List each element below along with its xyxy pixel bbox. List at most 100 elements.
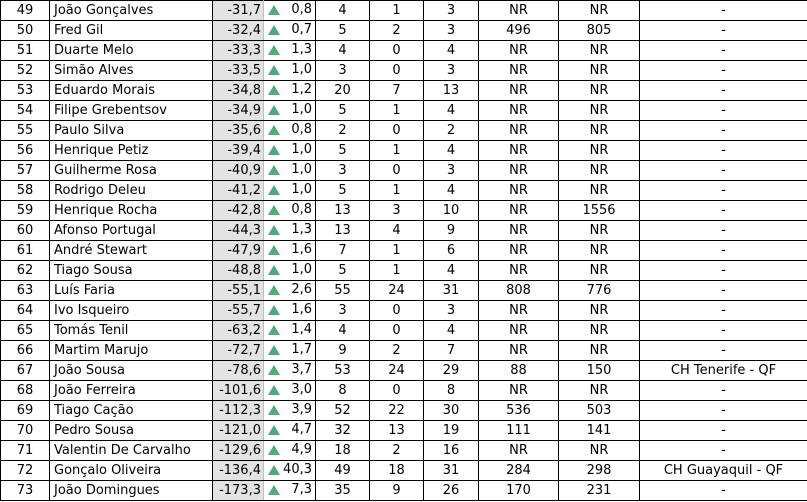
- ranking-b-cell: 503: [558, 400, 640, 421]
- ratio-value: 0,8: [291, 2, 312, 17]
- table-row[interactable]: 73 João Domingues -173,3 7,3 35 9 26 170 231-: [0, 480, 807, 501]
- ranking-b-cell: NR: [558, 180, 640, 201]
- losses-cell: 29: [423, 360, 479, 381]
- ranking-a-cell: NR: [478, 340, 559, 361]
- ranking-b-cell: NR: [558, 340, 640, 361]
- rank-cell: 65: [0, 320, 50, 341]
- wins-cell: 0: [369, 300, 424, 321]
- ratio-value: 3,7: [291, 362, 312, 377]
- note-cell: -: [639, 340, 807, 361]
- table-row[interactable]: 49 João Gonçalves -31,7 0,8 4 1 3 NR NR -: [0, 0, 807, 21]
- player-name-cell: Tiago Sousa: [49, 260, 213, 281]
- wins-cell: 24: [369, 360, 424, 381]
- player-name-cell: Henrique Petiz: [49, 140, 213, 161]
- ratio-value: 1,6: [291, 302, 312, 317]
- table-row[interactable]: 57 Guilherme Rosa -40,9 1,0 3 0 3 NR NR -: [0, 160, 807, 181]
- rank-cell: 49: [0, 0, 50, 21]
- matches-cell: 3: [315, 300, 370, 321]
- table-row[interactable]: 55 Paulo Silva -35,6 0,8 2 0 2 NR NR -: [0, 120, 807, 141]
- table-row[interactable]: 65 Tomás Tenil -63,2 1,4 4 0 4 NR NR -: [0, 320, 807, 341]
- player-name-cell: Duarte Melo: [49, 40, 213, 61]
- table-row[interactable]: 70 Pedro Sousa -121,0 4,7 32 13 19 111 141-: [0, 420, 807, 441]
- ranking-a-cell: 88: [478, 360, 559, 381]
- losses-cell: 31: [423, 280, 479, 301]
- score-cell: -48,8: [212, 260, 264, 281]
- triangle-up-icon: [268, 124, 280, 135]
- losses-cell: 6: [423, 240, 479, 261]
- score-cell: -35,6: [212, 120, 264, 141]
- rank-cell: 67: [0, 360, 50, 381]
- table-row[interactable]: 53 Eduardo Morais -34,8 1,2 20 7 13 NR NR -: [0, 80, 807, 101]
- table-row[interactable]: 60 Afonso Portugal -44,3 1,3 13 4 9 NR NR -: [0, 220, 807, 241]
- losses-cell: 3: [423, 160, 479, 181]
- table-row[interactable]: 51 Duarte Melo -33,3 1,3 4 0 4 NR NR -: [0, 40, 807, 61]
- table-row[interactable]: 66 Martim Marujo -72,7 1,7 9 2 7 NR NR -: [0, 340, 807, 361]
- ranking-a-cell: NR: [478, 140, 559, 161]
- score-cell: -40,9: [212, 160, 264, 181]
- wins-cell: 0: [369, 160, 424, 181]
- note-cell: -: [639, 320, 807, 341]
- table-row[interactable]: 64 Ivo Isqueiro -55,7 1,6 3 0 3 NR NR -: [0, 300, 807, 321]
- table-row[interactable]: 61 André Stewart -47,9 1,6 7 1 6 NR NR -: [0, 240, 807, 261]
- player-name-cell: Henrique Rocha: [49, 200, 213, 221]
- note-cell: -: [639, 480, 807, 501]
- ranking-b-cell: NR: [558, 40, 640, 61]
- ratio-value: 2,6: [291, 282, 312, 297]
- matches-cell: 5: [315, 140, 370, 161]
- rank-cell: 72: [0, 460, 50, 481]
- losses-cell: 2: [423, 120, 479, 141]
- score-cell: -34,9: [212, 100, 264, 121]
- table-row[interactable]: 68 João Ferreira -101,6 3,0 8 0 8 NR NR -: [0, 380, 807, 401]
- player-name-cell: Pedro Sousa: [49, 420, 213, 441]
- matches-cell: 5: [315, 100, 370, 121]
- table-row[interactable]: 69 Tiago Cação -112,3 3,9 52 22 30 536 503-: [0, 400, 807, 421]
- ratio-value: 7,3: [291, 482, 312, 497]
- note-cell: -: [639, 200, 807, 221]
- ratio-value: 4,9: [291, 442, 312, 457]
- table-row[interactable]: 58 Rodrigo Deleu -41,2 1,0 5 1 4 NR NR -: [0, 180, 807, 201]
- table-row[interactable]: 67 João Sousa -78,6 3,7 53 24 29 88 150 CH Teneri…: [0, 360, 807, 381]
- trend-cell: 1,7: [263, 340, 316, 361]
- table-row[interactable]: 71 Valentin De Carvalho -129,6 4,9 18 2 16 NR NR…: [0, 440, 807, 461]
- wins-cell: 0: [369, 320, 424, 341]
- ratio-value: 1,2: [291, 82, 312, 97]
- note-cell: -: [639, 260, 807, 281]
- matches-cell: 9: [315, 340, 370, 361]
- note-cell: -: [639, 160, 807, 181]
- ratio-value: 1,0: [291, 102, 312, 117]
- wins-cell: 0: [369, 120, 424, 141]
- wins-cell: 1: [369, 0, 424, 21]
- losses-cell: 26: [423, 480, 479, 501]
- table-row[interactable]: 56 Henrique Petiz -39,4 1,0 5 1 4 NR NR -: [0, 140, 807, 161]
- wins-cell: 1: [369, 260, 424, 281]
- wins-cell: 1: [369, 240, 424, 261]
- trend-cell: 1,3: [263, 40, 316, 61]
- player-name-cell: Eduardo Morais: [49, 80, 213, 101]
- matches-cell: 2: [315, 120, 370, 141]
- score-cell: -44,3: [212, 220, 264, 241]
- ranking-b-cell: 141: [558, 420, 640, 441]
- score-cell: -33,3: [212, 40, 264, 61]
- losses-cell: 3: [423, 0, 479, 21]
- ranking-b-cell: 231: [558, 480, 640, 501]
- wins-cell: 24: [369, 280, 424, 301]
- ranking-table: 49 João Gonçalves -31,7 0,8 4 1 3 NR NR -50 Fred G…: [0, 0, 807, 501]
- note-cell: -: [639, 240, 807, 261]
- table-row[interactable]: 50 Fred Gil -32,4 0,7 5 2 3 496 805-: [0, 20, 807, 41]
- table-row[interactable]: 52 Simão Alves -33,5 1,0 3 0 3 NR NR -: [0, 60, 807, 81]
- rank-cell: 56: [0, 140, 50, 161]
- score-cell: -42,8: [212, 200, 264, 221]
- table-row[interactable]: 54 Filipe Grebentsov -34,9 1,0 5 1 4 NR NR -: [0, 100, 807, 121]
- table-row[interactable]: 63 Luís Faria -55,1 2,6 55 24 31 808 776-: [0, 280, 807, 301]
- table-row[interactable]: 59 Henrique Rocha -42,8 0,8 13 3 10 NR 1556-: [0, 200, 807, 221]
- ranking-b-cell: 298: [558, 460, 640, 481]
- note-cell: -: [639, 440, 807, 461]
- table-row[interactable]: 62 Tiago Sousa -48,8 1,0 5 1 4 NR NR -: [0, 260, 807, 281]
- score-cell: -112,3: [212, 400, 264, 421]
- trend-cell: 0,8: [263, 0, 316, 21]
- table-row[interactable]: 72 Gonçalo Oliveira -136,4 40,3 49 18 31 284 298…: [0, 460, 807, 481]
- ranking-a-cell: NR: [478, 240, 559, 261]
- wins-cell: 13: [369, 420, 424, 441]
- triangle-up-icon: [268, 324, 280, 335]
- score-cell: -55,7: [212, 300, 264, 321]
